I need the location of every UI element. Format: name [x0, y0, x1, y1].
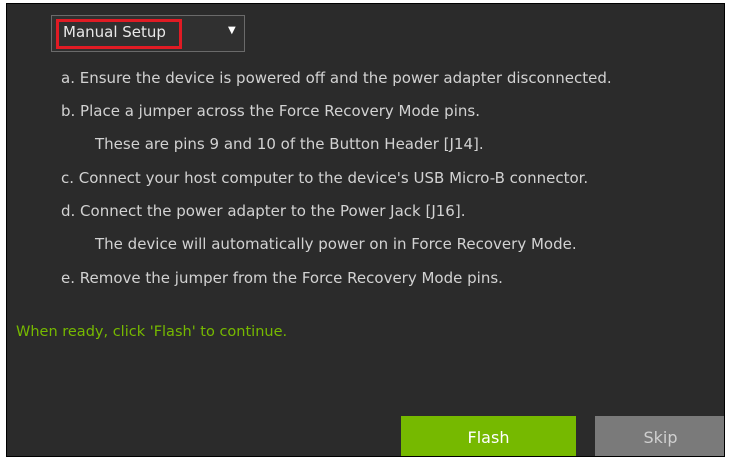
skip-button-label: Skip	[643, 427, 678, 447]
instruction-step-d: d. Connect the power adapter to the Powe…	[61, 202, 466, 220]
flash-button-label: Flash	[467, 427, 510, 447]
instruction-list: a. Ensure the device is powered off and …	[7, 4, 724, 456]
instruction-step-e: e. Remove the jumper from the Force Reco…	[61, 269, 503, 287]
instruction-step-a: a. Ensure the device is powered off and …	[61, 69, 612, 87]
instruction-step-b-detail: These are pins 9 and 10 of the Button He…	[95, 135, 484, 153]
flash-setup-panel: Manual Setup ▼ a. Ensure the device is p…	[6, 3, 725, 457]
skip-button[interactable]: Skip	[595, 416, 724, 456]
flash-button[interactable]: Flash	[401, 416, 576, 456]
instruction-step-c: c. Connect your host computer to the dev…	[61, 169, 589, 187]
instruction-step-b: b. Place a jumper across the Force Recov…	[61, 102, 480, 120]
instruction-step-d-detail: The device will automatically power on i…	[95, 235, 577, 253]
ready-message: When ready, click 'Flash' to continue.	[16, 324, 288, 340]
